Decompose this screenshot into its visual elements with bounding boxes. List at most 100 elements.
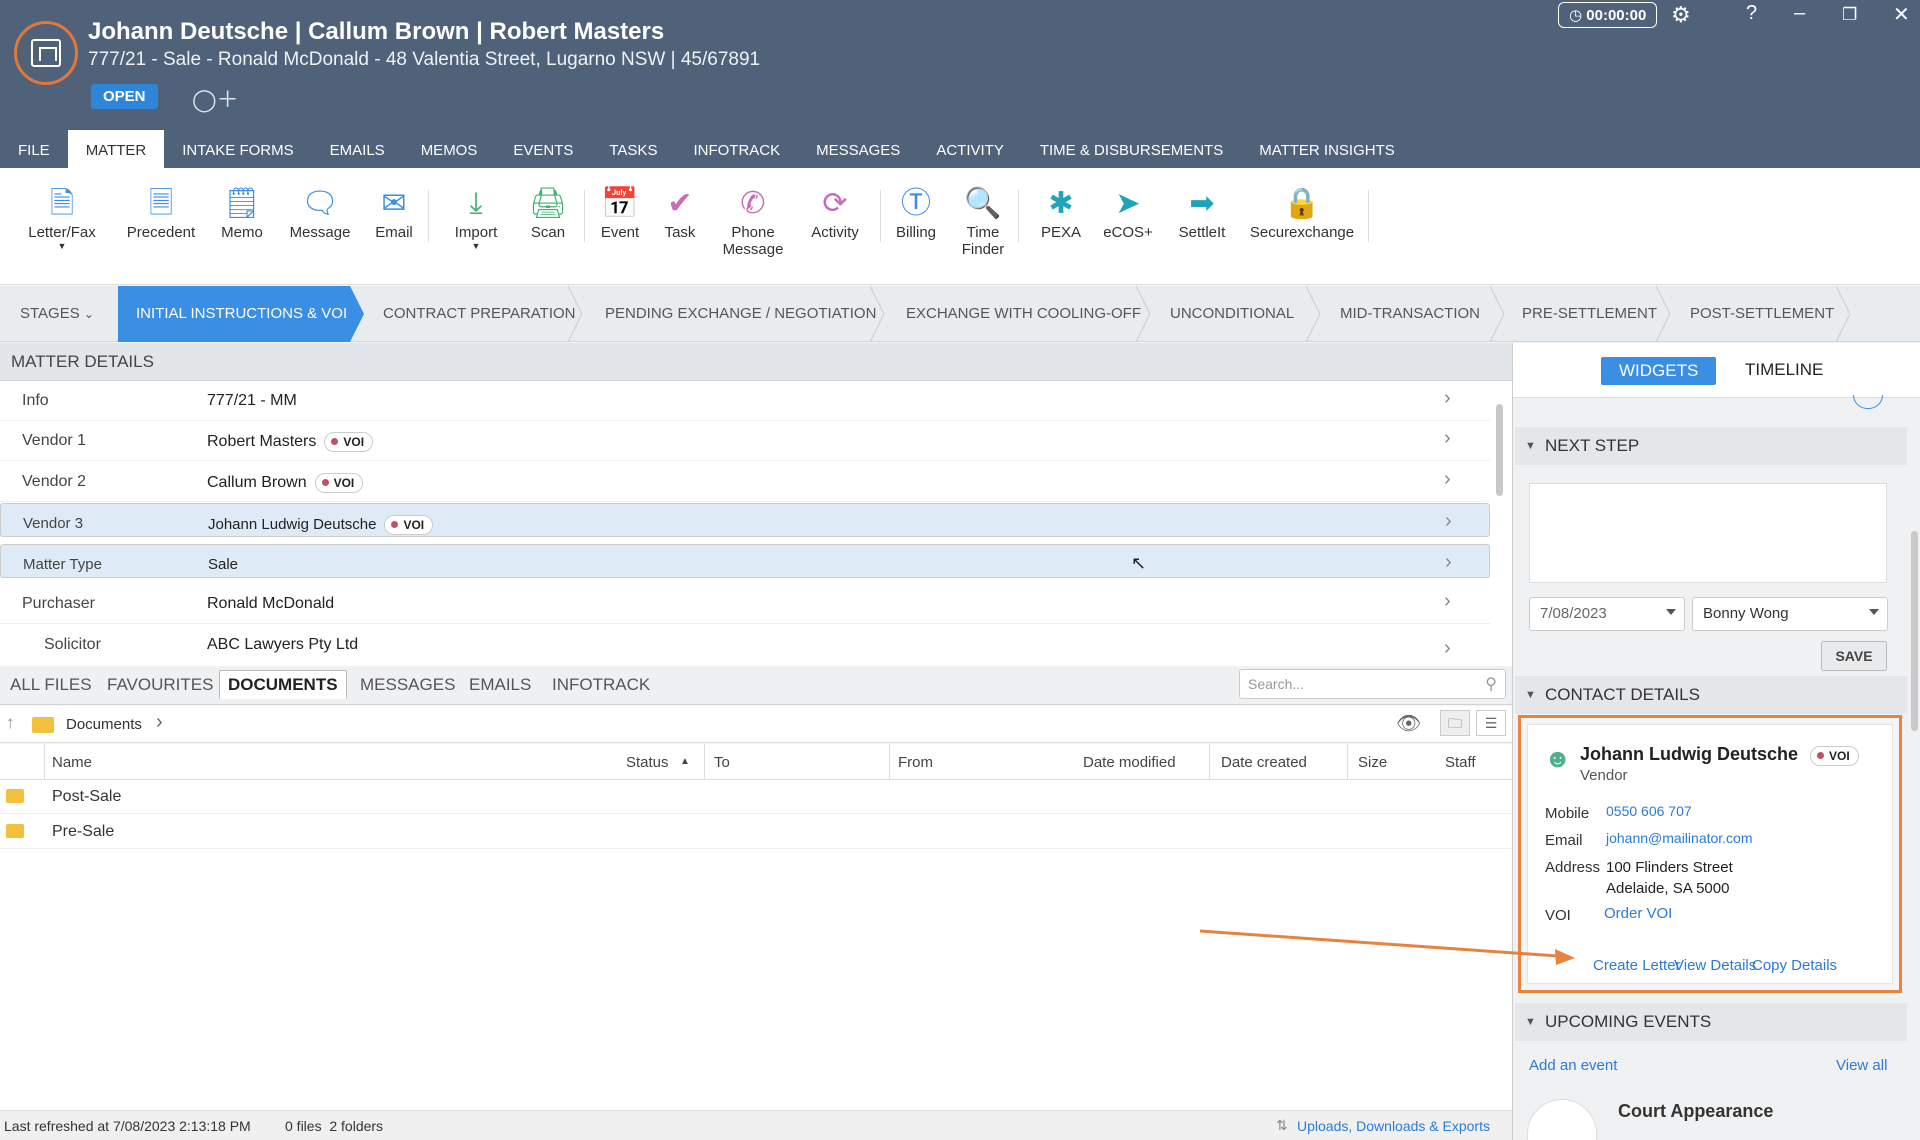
eye-icon[interactable]: 👁	[1396, 711, 1421, 736]
menu-intake-forms[interactable]: INTAKE FORMS	[164, 130, 311, 168]
import-button[interactable]: ⤓ Import ▼	[447, 184, 505, 251]
stage-pre-settlement[interactable]: PRE-SETTLEMENT	[1522, 286, 1657, 342]
detail-row-vendor-2[interactable]: Vendor 2 Callum Brown VOI ›	[0, 462, 1490, 502]
tab-infotrack[interactable]: INFOTRACK	[552, 675, 650, 695]
chevron-right-icon[interactable]: ›	[1444, 637, 1451, 660]
column-staff[interactable]: Staff	[1445, 754, 1476, 771]
phone-message-button[interactable]: ✆ Phone Message	[720, 184, 786, 258]
search-icon[interactable]: ⚲	[1485, 674, 1497, 694]
menu-time-disbursements[interactable]: TIME & DISBURSEMENTS	[1022, 130, 1241, 168]
tab-all-files[interactable]: ALL FILES	[10, 675, 92, 695]
restore-icon[interactable]: ❐	[1842, 5, 1857, 25]
stage-exchange-cooling-off[interactable]: EXCHANGE WITH COOLING-OFF	[906, 286, 1141, 342]
table-row[interactable]: Post-Sale	[0, 780, 1512, 814]
securexchange-button[interactable]: 🔒 Securexchange	[1248, 184, 1356, 241]
ecos-button[interactable]: ➤ eCOS+	[1098, 184, 1158, 241]
letter-fax-button[interactable]: 🗎 Letter/Fax ▼	[26, 184, 98, 251]
table-row[interactable]: Pre-Sale	[0, 815, 1512, 849]
chevron-right-icon[interactable]: ›	[1445, 551, 1452, 574]
time-finder-button[interactable]: 🔍 Time Finder	[957, 184, 1009, 258]
contact-details-heading[interactable]: ▼ CONTACT DETAILS	[1515, 676, 1907, 714]
tab-emails[interactable]: EMAILS	[469, 675, 531, 695]
timer-button[interactable]: ◷ 00:00:00	[1558, 2, 1658, 28]
chevron-right-icon[interactable]: ›	[1445, 510, 1452, 533]
chevron-right-icon[interactable]: ›	[156, 711, 163, 734]
menu-events[interactable]: EVENTS	[495, 130, 591, 168]
close-icon[interactable]: ✕	[1893, 2, 1910, 27]
next-step-date-picker[interactable]: 7/08/2023	[1529, 597, 1685, 631]
list-view-icon[interactable]: ☰	[1476, 710, 1506, 736]
create-letter-link[interactable]: Create Letter	[1593, 957, 1681, 974]
tab-documents[interactable]: DOCUMENTS	[219, 670, 347, 699]
event-title[interactable]: Court Appearance	[1618, 1101, 1773, 1122]
minimize-icon[interactable]: –	[1794, 2, 1805, 25]
column-date-modified[interactable]: Date modified	[1083, 754, 1176, 771]
breadcrumb-documents[interactable]: Documents	[66, 716, 142, 733]
search-input[interactable]: Search... ⚲	[1239, 669, 1506, 699]
column-size[interactable]: Size	[1358, 754, 1387, 771]
stage-unconditional[interactable]: UNCONDITIONAL	[1170, 286, 1294, 342]
activity-button[interactable]: ⟳ Activity	[802, 184, 868, 241]
stages-dropdown[interactable]: STAGES ⌄	[20, 286, 94, 342]
add-event-link[interactable]: Add an event	[1529, 1057, 1617, 1074]
mobile-link[interactable]: 0550 606 707	[1606, 803, 1692, 819]
status-badge[interactable]: OPEN	[91, 84, 158, 109]
tab-favourites[interactable]: FAVOURITES	[107, 675, 213, 695]
precedent-button[interactable]: 🗏 Precedent	[125, 184, 197, 241]
next-step-assignee-select[interactable]: Bonny Wong	[1692, 597, 1888, 631]
menu-file[interactable]: FILE	[0, 130, 68, 168]
matter-details-scrollbar[interactable]	[1494, 386, 1504, 664]
column-to[interactable]: To	[714, 754, 730, 771]
chevron-right-icon[interactable]: ›	[1444, 387, 1451, 410]
detail-row-vendor-1[interactable]: Vendor 1 Robert Masters VOI ›	[0, 421, 1490, 461]
view-details-link[interactable]: View Details	[1674, 957, 1756, 974]
menu-infotrack[interactable]: INFOTRACK	[675, 130, 798, 168]
order-voi-link[interactable]: Order VOI	[1604, 905, 1672, 922]
menu-matter-insights[interactable]: MATTER INSIGHTS	[1241, 130, 1413, 168]
stage-contract-preparation[interactable]: CONTRACT PREPARATION	[383, 286, 576, 342]
chevron-right-icon[interactable]: ›	[1444, 590, 1451, 613]
stage-post-settlement[interactable]: POST-SETTLEMENT	[1690, 286, 1834, 342]
save-button[interactable]: SAVE	[1821, 641, 1887, 671]
task-button[interactable]: ✔ Task	[656, 184, 704, 241]
tab-messages[interactable]: MESSAGES	[360, 675, 455, 695]
menu-emails[interactable]: EMAILS	[312, 130, 403, 168]
detail-row-purchaser[interactable]: Purchaser Ronald McDonald ›	[0, 584, 1490, 624]
gear-icon[interactable]: ⚙	[1671, 2, 1691, 28]
menu-matter[interactable]: MATTER	[67, 130, 165, 168]
folder-view-icon[interactable]: 🗀	[1440, 710, 1470, 736]
uploads-downloads-link[interactable]: Uploads, Downloads & Exports	[1297, 1118, 1490, 1134]
memo-button[interactable]: 🗒 Memo	[212, 184, 272, 241]
detail-row-matter-type[interactable]: Matter Type Sale › ↖	[0, 544, 1490, 578]
email-button[interactable]: ✉ Email	[368, 184, 420, 241]
tab-timeline[interactable]: TIMELINE	[1745, 360, 1823, 380]
billing-button[interactable]: Ⓣ Billing	[888, 184, 944, 241]
column-from[interactable]: From	[898, 754, 933, 771]
settleit-button[interactable]: ➡ SettleIt	[1170, 184, 1234, 241]
right-panel-scrollbar[interactable]	[1909, 401, 1919, 1131]
event-button[interactable]: 📅 Event	[594, 184, 646, 241]
menu-activity[interactable]: ACTIVITY	[918, 130, 1022, 168]
view-all-events-link[interactable]: View all	[1836, 1057, 1887, 1074]
next-step-heading[interactable]: ▼ NEXT STEP	[1515, 427, 1907, 465]
chevron-right-icon[interactable]: ›	[1444, 427, 1451, 450]
column-status[interactable]: Status	[626, 754, 669, 771]
pexa-button[interactable]: ✱ PEXA	[1036, 184, 1086, 241]
up-arrow-icon[interactable]: ↑	[6, 713, 15, 733]
chevron-right-icon[interactable]: ›	[1444, 468, 1451, 491]
copy-details-link[interactable]: Copy Details	[1752, 957, 1837, 974]
scan-button[interactable]: 🖨 Scan	[522, 184, 574, 241]
add-tag-icon[interactable]: ◯＋	[192, 82, 239, 114]
detail-row-solicitor[interactable]: Solicitor ABC Lawyers Pty Ltd ›	[0, 625, 1490, 665]
stage-mid-transaction[interactable]: MID-TRANSACTION	[1340, 286, 1480, 342]
email-link[interactable]: johann@mailinator.com	[1606, 830, 1753, 846]
help-icon[interactable]: ?	[1746, 2, 1757, 25]
menu-messages[interactable]: MESSAGES	[798, 130, 918, 168]
menu-tasks[interactable]: TASKS	[591, 130, 675, 168]
column-name[interactable]: Name	[52, 754, 92, 771]
upcoming-events-heading[interactable]: ▼ UPCOMING EVENTS	[1515, 1003, 1907, 1041]
detail-row-vendor-3[interactable]: Vendor 3 Johann Ludwig Deutsche VOI ›	[0, 503, 1490, 537]
stage-pending-exchange[interactable]: PENDING EXCHANGE / NEGOTIATION	[605, 286, 876, 342]
tab-widgets[interactable]: WIDGETS	[1601, 357, 1717, 385]
message-button[interactable]: 🗨 Message	[286, 184, 354, 241]
